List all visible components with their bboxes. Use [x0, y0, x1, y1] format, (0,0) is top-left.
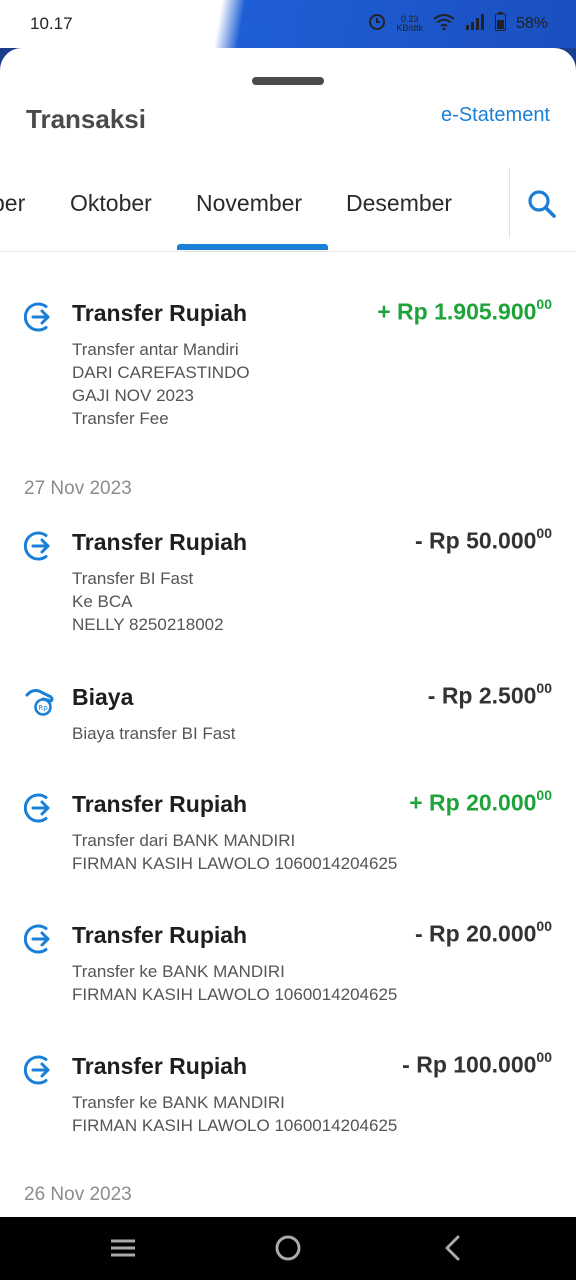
active-tab-indicator: [177, 244, 328, 250]
detail-line: FIRMAN KASIH LAWOLO 1060014204625: [72, 854, 398, 873]
detail-line: FIRMAN KASIH LAWOLO 1060014204625: [72, 1116, 398, 1135]
sheet-drag-handle[interactable]: [252, 77, 324, 85]
detail-line: FIRMAN KASIH LAWOLO 1060014204625: [72, 985, 398, 1004]
transaction-details: Transfer BI Fast Ke BCA NELLY 8250218002: [72, 567, 224, 636]
transaction-title: Transfer Rupiah: [72, 791, 248, 817]
transaction-amount: - Rp 50.00000: [414, 525, 552, 554]
transaction-amount: + Rp 1.905.90000: [377, 296, 552, 325]
transfer-icon: [23, 1053, 58, 1087]
recent-apps-button[interactable]: [108, 1233, 138, 1263]
transfer-icon: [23, 529, 58, 563]
transfer-icon: [23, 791, 58, 825]
status-time: 10.17: [30, 14, 73, 33]
detail-line: DARI CAREFASTINDO: [72, 363, 250, 382]
recent-apps-icon: [111, 1239, 135, 1257]
transaction-details: Transfer ke BANK MANDIRI FIRMAN KASIH LA…: [72, 960, 397, 1006]
battery-icon: [494, 12, 506, 36]
transaction-title: Transfer Rupiah: [72, 922, 248, 948]
transaction-details: Transfer antar Mandiri DARI CAREFASTINDO…: [72, 338, 250, 430]
tab-november[interactable]: November: [196, 190, 302, 217]
detail-line: NELLY 8250218002: [72, 615, 224, 634]
tab-divider: [509, 168, 510, 238]
transfer-icon: [23, 300, 58, 334]
back-icon: [445, 1235, 460, 1261]
detail-line: Ke BCA: [72, 592, 133, 611]
transaction-title: Transfer Rupiah: [72, 300, 248, 326]
date-header: 27 Nov 2023: [24, 478, 132, 499]
system-nav-bar: [0, 1217, 576, 1280]
transaction-amount: - Rp 2.50000: [427, 680, 552, 709]
svg-text:Rp: Rp: [38, 704, 48, 712]
date-header: 26 Nov 2023: [24, 1184, 132, 1205]
page-title: Transaksi: [26, 104, 146, 134]
transactions-sheet: Transaksi e-Statement ber Oktober Novemb…: [0, 48, 576, 1218]
status-bar: 10.17 0.23 KB/dtk 58%: [0, 0, 576, 48]
transaction-details: Transfer dari BANK MANDIRI FIRMAN KASIH …: [72, 829, 397, 875]
status-icons: 0.23 KB/dtk 58%: [368, 12, 548, 36]
back-button[interactable]: [438, 1233, 468, 1263]
transaction-title: Biaya: [72, 684, 134, 710]
detail-line: Transfer BI Fast: [72, 569, 194, 588]
transaction-title: Transfer Rupiah: [72, 529, 248, 555]
detail-line: Biaya transfer BI Fast: [72, 724, 236, 743]
detail-line: Transfer antar Mandiri: [72, 340, 239, 359]
estatement-link[interactable]: e-Statement: [441, 104, 550, 127]
transaction-amount: - Rp 20.00000: [414, 918, 552, 947]
signal-icon: [465, 13, 485, 35]
tab-desember[interactable]: Desember: [346, 190, 452, 217]
transaction-amount: + Rp 20.00000: [409, 787, 552, 816]
transfer-icon: [23, 922, 58, 956]
battery-percent: 58%: [515, 15, 548, 32]
transaction-details: Biaya transfer BI Fast: [72, 722, 235, 745]
net-speed-unit: KB/dtk: [396, 23, 423, 33]
home-button[interactable]: [273, 1233, 303, 1263]
detail-line: GAJI NOV 2023: [72, 386, 194, 405]
net-speed: 0.23 KB/dtk: [396, 15, 423, 33]
tab-september[interactable]: ber: [0, 190, 25, 217]
transaction-title: Transfer Rupiah: [72, 1053, 248, 1079]
search-icon: [528, 190, 556, 218]
detail-line: Transfer dari BANK MANDIRI: [72, 831, 296, 850]
month-tabs: ber Oktober November Desember: [0, 168, 576, 252]
wifi-icon: [433, 13, 455, 36]
home-icon: [275, 1235, 301, 1261]
transaction-amount: - Rp 100.00000: [402, 1049, 552, 1078]
fee-icon: Rp: [24, 684, 58, 718]
detail-line: Transfer ke BANK MANDIRI: [72, 962, 285, 981]
tab-oktober[interactable]: Oktober: [70, 190, 152, 217]
alarm-icon: [368, 13, 386, 36]
search-button[interactable]: [524, 186, 560, 222]
detail-line: Transfer Fee: [72, 409, 169, 428]
detail-line: Transfer ke BANK MANDIRI: [72, 1093, 285, 1112]
transaction-details: Transfer ke BANK MANDIRI FIRMAN KASIH LA…: [72, 1091, 397, 1137]
